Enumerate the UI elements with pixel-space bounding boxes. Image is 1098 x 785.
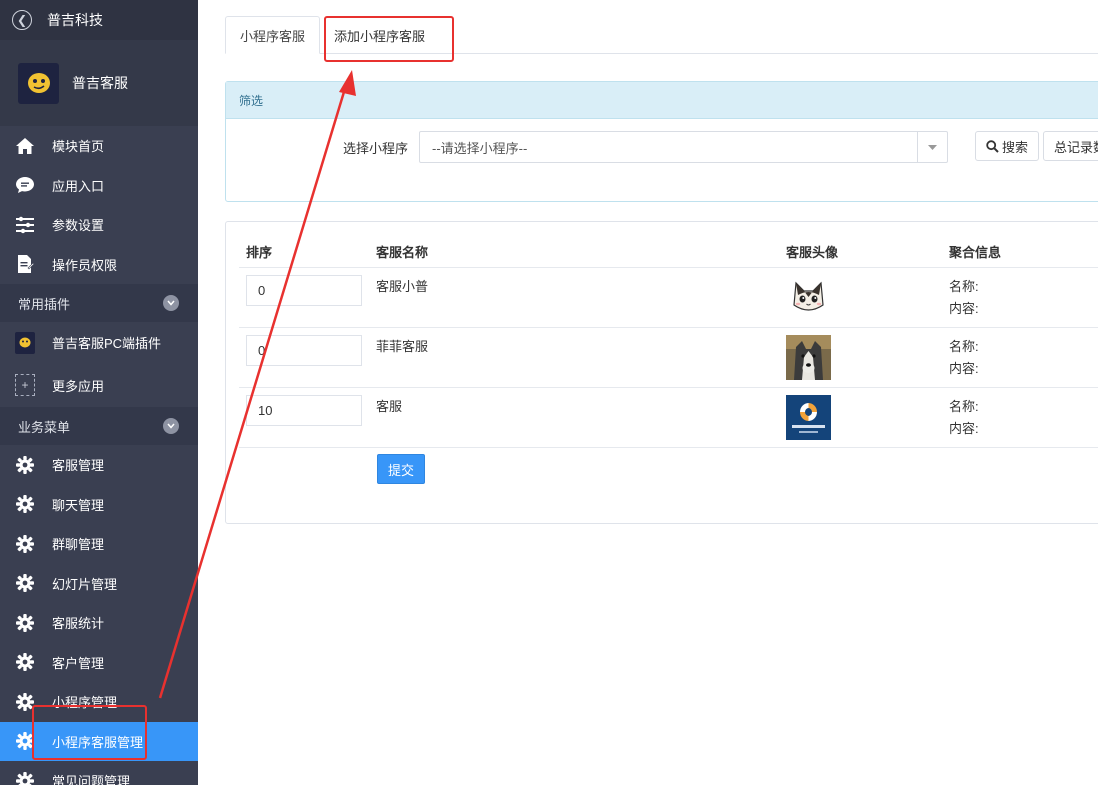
sidebar-item-group-chat-management[interactable]: 群聊管理 <box>0 524 198 564</box>
sidebar-item-label: 常见问题管理 <box>52 774 131 785</box>
gear-icon <box>15 613 35 633</box>
sidebar-item-cs-statistics[interactable]: 客服统计 <box>0 603 198 643</box>
sidebar-item-slides-management[interactable]: 幻灯片管理 <box>0 564 198 604</box>
list-settings-icon <box>15 215 35 235</box>
sidebar-item-label: 参数设置 <box>52 218 105 234</box>
header-aggregate-info: 聚合信息 <box>949 245 1002 260</box>
sidebar-item-label: 模块首页 <box>52 139 105 155</box>
sidebar-item-label: 客户管理 <box>52 655 105 671</box>
sidebar-item-app-entry[interactable]: 应用入口 <box>0 166 198 206</box>
sidebar-item-label: 应用入口 <box>52 178 105 194</box>
sidebar-item-faq-management[interactable]: 常见问题管理 <box>0 761 198 785</box>
sidebar-item-more-apps[interactable]: + 更多应用 <box>0 363 198 407</box>
info-content: 内容: <box>949 421 979 436</box>
plus-icon: + <box>15 374 35 396</box>
sidebar-item-customer-management[interactable]: 客户管理 <box>0 643 198 683</box>
search-button[interactable]: 搜索 <box>975 131 1040 161</box>
header-sort: 排序 <box>246 245 273 260</box>
sidebar-item-operator-permissions[interactable]: 操作员权限 <box>0 245 198 285</box>
info-name: 名称: <box>949 279 979 294</box>
tab-miniprogram-cs[interactable]: 小程序客服 <box>225 16 321 54</box>
gear-icon <box>15 771 35 785</box>
company-title: 普吉科技 <box>47 12 103 28</box>
sidebar-item-label: 普吉客服PC端插件 <box>52 336 162 351</box>
app-root: ❮ 普吉科技 普吉客服 模块首页 应用入口 参数设置 操作员权限 常用插件 普吉… <box>0 0 1098 785</box>
chevron-down-icon[interactable] <box>163 418 179 434</box>
miniprogram-select[interactable]: --请选择小程序-- <box>419 131 948 163</box>
select-value: --请选择小程序-- <box>432 140 528 156</box>
filter-heading: 筛选 <box>226 82 1098 119</box>
total-records-button[interactable]: 总记录数 <box>1043 131 1098 161</box>
sidebar-item-pc-plugin[interactable]: 普吉客服PC端插件 <box>0 322 198 363</box>
chevron-down-icon[interactable] <box>163 295 179 311</box>
sidebar-item-label: 群聊管理 <box>52 537 105 553</box>
gear-icon <box>15 494 35 514</box>
filter-panel: 筛选 选择小程序 --请选择小程序-- 搜索 总记录数 <box>225 81 1098 202</box>
chat-bubble-icon <box>15 175 35 195</box>
cs-name: 客服小普 <box>376 279 429 294</box>
header-cs-name: 客服名称 <box>376 245 429 260</box>
sidebar-item-label: 客服统计 <box>52 616 105 632</box>
sidebar-item-cs-management[interactable]: 客服管理 <box>0 445 198 485</box>
table-row-divider <box>239 447 1098 448</box>
cs-list-panel: 排序 客服名称 客服头像 聚合信息 0 客服小普 名称: 内容: 0 菲菲客服 … <box>225 221 1098 524</box>
cs-name: 客服 <box>376 399 403 414</box>
sidebar-item-label: 客服管理 <box>52 458 105 474</box>
gear-icon <box>15 573 35 593</box>
miniprogram-select-label: 选择小程序 <box>343 141 409 156</box>
info-content: 内容: <box>949 301 979 316</box>
search-button-label: 搜索 <box>1002 139 1029 155</box>
sidebar-item-module-home[interactable]: 模块首页 <box>0 126 198 166</box>
document-edit-icon <box>15 254 35 274</box>
total-records-label: 总记录数 <box>1054 139 1098 155</box>
sidebar-group-label: 业务菜单 <box>18 419 71 435</box>
sidebar-header: ❮ 普吉科技 <box>0 0 198 40</box>
husky-dog-avatar <box>786 335 831 380</box>
info-content: 内容: <box>949 361 979 376</box>
sidebar-item-label: 更多应用 <box>52 378 105 394</box>
sidebar-item-label: 聊天管理 <box>52 497 105 513</box>
sidebar: ❮ 普吉科技 普吉客服 模块首页 应用入口 参数设置 操作员权限 常用插件 普吉… <box>0 0 198 785</box>
table-row: 10 客服 名称: 内容: <box>239 387 1098 447</box>
sidebar-item-label: 操作员权限 <box>52 257 118 273</box>
sidebar-item-params[interactable]: 参数设置 <box>0 205 198 245</box>
gear-icon <box>15 652 35 672</box>
sort-input[interactable]: 0 <box>246 275 362 306</box>
sort-input[interactable]: 10 <box>246 395 362 426</box>
gear-icon <box>15 455 35 475</box>
home-icon <box>15 136 35 156</box>
table-row: 0 客服小普 名称: 内容: <box>239 267 1098 327</box>
gear-icon <box>15 534 35 554</box>
sidebar-group-plugins[interactable]: 常用插件 <box>0 284 198 322</box>
annotation-highlight-add-tab <box>324 16 454 62</box>
sidebar-group-label: 常用插件 <box>18 296 71 312</box>
cartoon-cat-avatar <box>786 275 831 320</box>
header-cs-avatar: 客服头像 <box>786 245 839 260</box>
plugin-logo-icon <box>15 331 35 354</box>
submit-button[interactable]: 提交 <box>377 454 425 484</box>
info-name: 名称: <box>949 399 979 414</box>
info-name: 名称: <box>949 339 979 354</box>
brand-logo <box>18 62 59 104</box>
annotation-highlight-menu-item <box>32 705 147 760</box>
sidebar-item-chat-management[interactable]: 聊天管理 <box>0 485 198 525</box>
main-content: 小程序客服 添加小程序客服 筛选 选择小程序 --请选择小程序-- 搜索 总记录… <box>198 0 1098 785</box>
sidebar-item-label: 幻灯片管理 <box>52 576 118 592</box>
brand-name: 普吉客服 <box>72 75 128 91</box>
cs-name: 菲菲客服 <box>376 339 429 354</box>
sort-input[interactable]: 0 <box>246 335 362 366</box>
sidebar-group-business[interactable]: 业务菜单 <box>0 407 198 445</box>
back-icon[interactable]: ❮ <box>12 10 32 30</box>
caret-down-icon[interactable] <box>917 132 947 162</box>
pujikeji-logo-avatar <box>786 395 831 440</box>
search-icon <box>986 139 999 153</box>
brand: 普吉客服 <box>0 40 198 126</box>
table-row: 0 菲菲客服 名称: 内容: <box>239 327 1098 387</box>
